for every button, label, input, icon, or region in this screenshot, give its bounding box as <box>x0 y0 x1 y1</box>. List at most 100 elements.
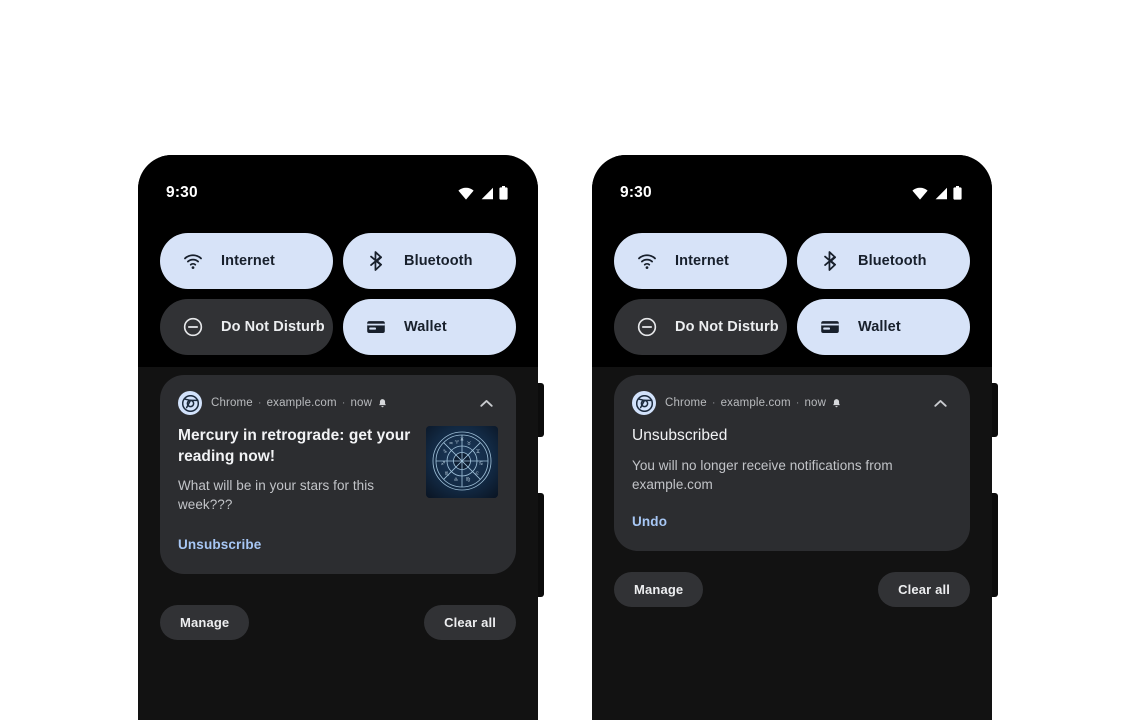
quick-tile-bluetooth[interactable]: Bluetooth <box>797 233 970 289</box>
notification-body: Unsubscribed You will no longer receive … <box>632 426 952 494</box>
wallet-card-icon <box>367 321 385 334</box>
power-button[interactable] <box>537 383 544 437</box>
quick-tile-do-not-disturb[interactable]: Do Not Disturb <box>614 299 787 355</box>
battery-icon <box>953 186 962 200</box>
quick-tile-do-not-disturb[interactable]: Do Not Disturb <box>160 299 333 355</box>
svg-text:♑: ♑ <box>443 449 447 455</box>
notification-subtitle: What will be in your stars for this week… <box>178 478 375 513</box>
svg-text:♊: ♊ <box>476 449 481 455</box>
chrome-icon <box>632 391 656 415</box>
battery-icon <box>499 186 508 200</box>
quick-tile-bluetooth[interactable]: Bluetooth <box>343 233 516 289</box>
notification-source: example.com <box>720 397 791 409</box>
svg-text:♌: ♌ <box>475 471 479 477</box>
phone-mockup-before: 9:30 Internet Bluetooth Do Not Disturb W… <box>138 155 544 720</box>
notification-shade: Chrome · example.com · now <box>592 367 992 720</box>
collapse-notification-button[interactable] <box>928 391 952 415</box>
chrome-icon <box>178 391 202 415</box>
cell-signal-icon <box>935 187 947 199</box>
chevron-up-icon <box>933 399 947 407</box>
phone-screen-after: 9:30 Internet Bluetooth Do Not Disturb W… <box>592 155 992 720</box>
notification-app-name: Chrome <box>211 397 253 409</box>
svg-text:♏: ♏ <box>445 471 450 477</box>
clear-all-button[interactable]: Clear all <box>878 572 970 607</box>
notification-meta: Chrome · example.com · now <box>665 397 842 409</box>
quick-tile-wallet[interactable]: Wallet <box>797 299 970 355</box>
undo-link[interactable]: Undo <box>632 514 667 529</box>
quick-tile-label: Do Not Disturb <box>221 319 325 335</box>
notification-subtitle: You will no longer receive notifications… <box>632 457 893 492</box>
notification-card[interactable]: Chrome · example.com · now <box>160 375 516 574</box>
bluetooth-icon <box>824 251 837 271</box>
collapse-notification-button[interactable] <box>474 391 498 415</box>
quick-settings-grid: Internet Bluetooth Do Not Disturb Wallet <box>160 233 516 355</box>
svg-text:♐: ♐ <box>441 461 445 467</box>
notification-time: now <box>804 397 827 409</box>
notification-source: example.com <box>266 397 337 409</box>
notification-text-block: Unsubscribed You will no longer receive … <box>632 426 952 494</box>
meta-separator: · <box>711 397 716 409</box>
zodiac-wheel-image: ♈ ♉ ♊ ♋ ♌ ♍ ♎ ♏ ♐ ♑ ♒ ♓ <box>426 426 498 498</box>
meta-separator: · <box>795 397 800 409</box>
manage-button[interactable]: Manage <box>160 605 250 640</box>
wifi-icon <box>912 187 928 200</box>
bluetooth-icon <box>370 251 383 271</box>
notification-title: Unsubscribed <box>632 427 728 444</box>
cell-signal-icon <box>481 187 493 199</box>
notification-card[interactable]: Chrome · example.com · now <box>614 375 970 551</box>
svg-text:♒: ♒ <box>449 441 454 447</box>
quick-tile-label: Internet <box>675 253 729 269</box>
notification-meta: Chrome · example.com · now <box>211 397 388 409</box>
unsubscribe-link[interactable]: Unsubscribe <box>178 537 261 552</box>
quick-tile-label: Wallet <box>858 319 901 335</box>
svg-text:♉: ♉ <box>467 441 472 447</box>
power-button[interactable] <box>991 383 998 437</box>
svg-text:♋: ♋ <box>479 461 483 467</box>
notification-header: Chrome · example.com · now <box>178 391 498 415</box>
status-bar-clock: 9:30 <box>166 184 198 201</box>
wifi-icon <box>184 254 202 269</box>
notification-text-block: Mercury in retrograde: get your reading … <box>178 426 412 515</box>
svg-text:♎: ♎ <box>454 477 459 483</box>
status-bar: 9:30 <box>592 155 992 217</box>
quick-settings-grid: Internet Bluetooth Do Not Disturb Wallet <box>614 233 970 355</box>
notification-title: Mercury in retrograde: get your reading … <box>178 427 411 465</box>
wifi-icon <box>458 187 474 200</box>
phone-screen-before: 9:30 Internet Bluetooth Do Not Disturb W… <box>138 155 538 720</box>
phone-mockup-after: 9:30 Internet Bluetooth Do Not Disturb W… <box>592 155 998 720</box>
status-bar-clock: 9:30 <box>620 184 652 201</box>
volume-button[interactable] <box>537 493 544 597</box>
quick-tile-label: Do Not Disturb <box>675 319 779 335</box>
status-bar-icons <box>912 172 962 200</box>
manage-button[interactable]: Manage <box>614 572 704 607</box>
clear-all-button[interactable]: Clear all <box>424 605 516 640</box>
quick-tile-internet[interactable]: Internet <box>614 233 787 289</box>
quick-tile-internet[interactable]: Internet <box>160 233 333 289</box>
notification-app-name: Chrome <box>665 397 707 409</box>
notification-body: Mercury in retrograde: get your reading … <box>178 426 498 515</box>
bell-icon <box>833 398 840 407</box>
quick-tile-label: Internet <box>221 253 275 269</box>
volume-button[interactable] <box>991 493 998 597</box>
bell-icon <box>379 398 386 407</box>
svg-text:♓: ♓ <box>460 437 464 443</box>
meta-separator: · <box>341 397 346 409</box>
quick-tile-wallet[interactable]: Wallet <box>343 299 516 355</box>
status-bar: 9:30 <box>138 155 538 217</box>
notification-header: Chrome · example.com · now <box>632 391 952 415</box>
svg-text:♍: ♍ <box>466 477 471 483</box>
minus-circle-icon <box>183 317 203 337</box>
quick-tile-label: Bluetooth <box>404 253 473 269</box>
notification-shade: Chrome · example.com · now <box>138 367 538 720</box>
status-bar-icons <box>458 172 508 200</box>
chevron-up-icon <box>479 399 493 407</box>
wifi-icon <box>638 254 656 269</box>
shade-footer: Manage Clear all <box>614 572 970 607</box>
notification-time: now <box>350 397 373 409</box>
quick-tile-label: Wallet <box>404 319 447 335</box>
minus-circle-icon <box>637 317 657 337</box>
shade-footer: Manage Clear all <box>160 605 516 640</box>
meta-separator: · <box>257 397 262 409</box>
wallet-card-icon <box>821 321 839 334</box>
quick-tile-label: Bluetooth <box>858 253 927 269</box>
